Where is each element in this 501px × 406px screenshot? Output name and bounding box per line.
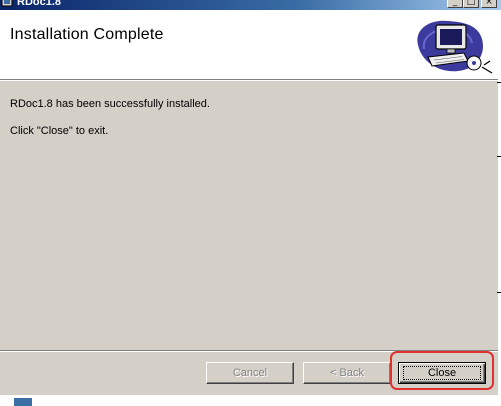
installer-window: RDoc1.8 _ □ × Installation Complete RDoc…: [0, 0, 501, 406]
header-panel: Installation Complete: [0, 10, 501, 79]
desktop-strip: [0, 395, 501, 406]
title-bar[interactable]: RDoc1.8 _ □ ×: [0, 0, 501, 10]
maximize-button[interactable]: □: [463, 0, 479, 8]
window-title: RDoc1.8: [17, 0, 62, 8]
computer-setup-icon: [417, 20, 493, 74]
close-button-highlight: [390, 351, 494, 390]
page-title: Installation Complete: [10, 26, 164, 43]
header-separator-highlight: [0, 80, 501, 81]
desktop-edge-mark: [497, 292, 501, 293]
setup-app-icon: [1, 0, 13, 7]
back-button-label: < Back: [330, 367, 364, 379]
close-window-button[interactable]: ×: [481, 0, 497, 8]
minimize-button[interactable]: _: [447, 0, 463, 8]
taskbar-item[interactable]: [14, 398, 32, 406]
exit-instruction: Click "Close" to exit.: [10, 125, 109, 137]
desktop-edge-mark: [497, 156, 501, 157]
success-message: RDoc1.8 has been successfully installed.: [10, 98, 210, 110]
back-button[interactable]: < Back: [303, 362, 391, 384]
cancel-button-label: Cancel: [232, 367, 268, 379]
cancel-button[interactable]: Cancel: [206, 362, 294, 384]
desktop-edge-mark: [497, 82, 501, 83]
